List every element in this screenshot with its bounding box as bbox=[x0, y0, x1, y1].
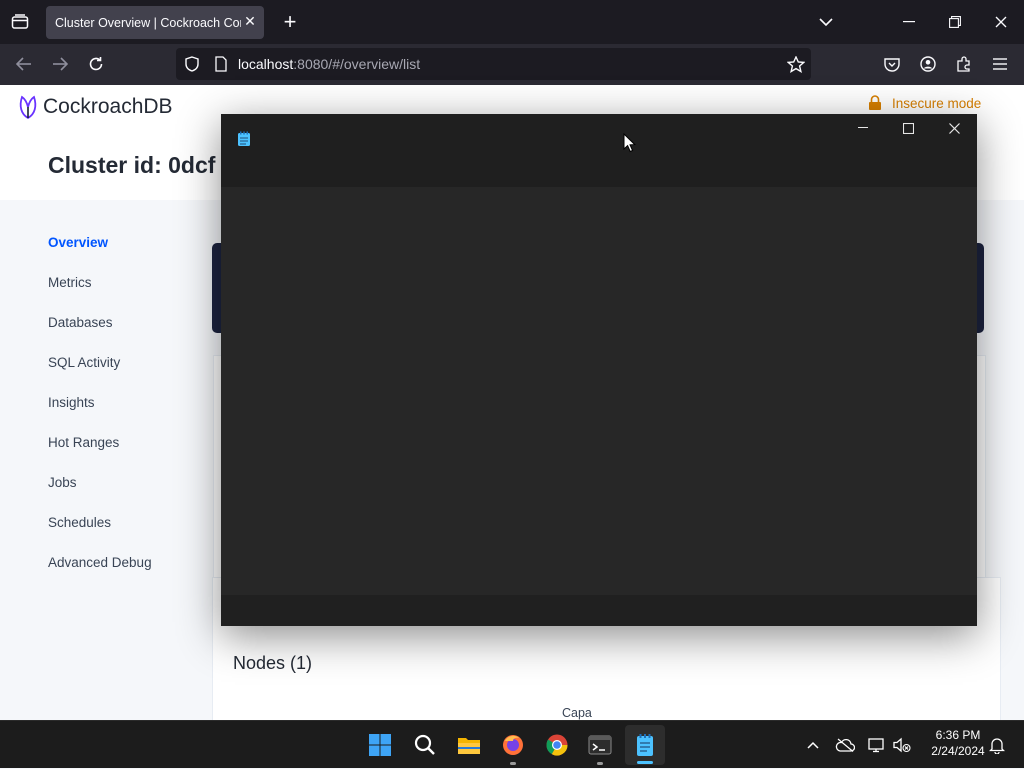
new-tab-icon[interactable]: + bbox=[280, 9, 300, 34]
file-explorer-icon[interactable] bbox=[453, 721, 485, 769]
back-icon[interactable] bbox=[14, 54, 34, 74]
logo-text: CockroachDB bbox=[43, 95, 173, 118]
notepad-status-bar bbox=[221, 595, 977, 626]
tab-cluster-overview[interactable]: Cluster Overview | Cockroach Console ✕ bbox=[46, 6, 264, 39]
url-host: localhost bbox=[238, 56, 294, 72]
mouse-cursor-icon bbox=[623, 132, 636, 158]
clock-date: 2/24/2024 bbox=[931, 744, 985, 758]
cockroach-logo-icon bbox=[19, 95, 37, 120]
capacity-column-header[interactable]: Capa bbox=[562, 706, 592, 720]
reload-icon[interactable] bbox=[86, 54, 106, 74]
page-title: Cluster id: 0dcf bbox=[48, 152, 216, 178]
network-icon[interactable] bbox=[866, 721, 888, 769]
notepad-icon bbox=[237, 131, 251, 152]
browser-title-bar: Cluster Overview | Cockroach Console ✕ + bbox=[0, 0, 1024, 44]
windows-taskbar bbox=[0, 720, 1024, 768]
search-icon[interactable] bbox=[409, 721, 441, 769]
page-info-icon[interactable] bbox=[211, 54, 231, 74]
nodes-title: Nodes (1) bbox=[233, 653, 313, 673]
clock-time: 6:36 PM bbox=[935, 728, 981, 742]
running-indicator bbox=[510, 762, 516, 765]
close-window-icon[interactable] bbox=[991, 12, 1011, 32]
sidebar-item-overview[interactable]: Overview bbox=[48, 235, 108, 250]
sidebar-item-sql-activity[interactable]: SQL Activity bbox=[48, 355, 120, 370]
start-icon[interactable] bbox=[364, 721, 396, 769]
forward-icon[interactable] bbox=[50, 54, 70, 74]
notepad-taskbar-icon[interactable] bbox=[625, 725, 665, 765]
minimize-icon[interactable] bbox=[899, 12, 919, 32]
bookmark-star-icon[interactable] bbox=[786, 54, 806, 74]
tab-title: Cluster Overview | Cockroach Console bbox=[55, 15, 241, 30]
terminal-icon[interactable] bbox=[584, 721, 616, 769]
insecure-mode-label: Insecure mode bbox=[892, 95, 982, 111]
url-path: :8080/#/overview/list bbox=[293, 56, 421, 72]
shield-icon[interactable] bbox=[182, 54, 202, 74]
sidebar-item-advanced-debug[interactable]: Advanced Debug bbox=[48, 555, 152, 570]
active-indicator bbox=[637, 761, 653, 764]
onedrive-icon[interactable] bbox=[834, 721, 856, 769]
menu-icon[interactable] bbox=[990, 54, 1010, 74]
extensions-icon[interactable] bbox=[954, 54, 974, 74]
notepad-minimize-icon[interactable] bbox=[851, 118, 875, 138]
notepad-maximize-icon[interactable] bbox=[896, 118, 920, 138]
volume-muted-icon[interactable] bbox=[891, 721, 913, 769]
insecure-mode-badge[interactable]: Insecure mode bbox=[868, 95, 981, 111]
account-icon[interactable] bbox=[918, 54, 938, 74]
pocket-icon[interactable] bbox=[882, 54, 902, 74]
running-indicator bbox=[597, 762, 603, 765]
tab-close-icon[interactable]: ✕ bbox=[243, 14, 257, 28]
tab-list-icon[interactable] bbox=[10, 12, 30, 32]
restore-icon[interactable] bbox=[945, 12, 965, 32]
sidebar-item-metrics[interactable]: Metrics bbox=[48, 275, 92, 290]
cockroachdb-logo[interactable]: CockroachDB bbox=[16, 94, 173, 120]
sidebar-item-jobs[interactable]: Jobs bbox=[48, 475, 77, 490]
sidebar-item-databases[interactable]: Databases bbox=[48, 315, 113, 330]
show-hidden-icons-icon[interactable] bbox=[803, 721, 823, 769]
taskbar-clock[interactable]: 6:36 PM 2/24/2024 bbox=[917, 727, 999, 759]
firefox-icon[interactable] bbox=[497, 721, 529, 769]
notepad-window[interactable] bbox=[221, 114, 977, 626]
list-all-tabs-icon[interactable] bbox=[816, 12, 836, 32]
notepad-title-bar[interactable] bbox=[221, 114, 977, 187]
lock-icon bbox=[869, 95, 881, 110]
sidebar-item-hot-ranges[interactable]: Hot Ranges bbox=[48, 435, 119, 450]
chrome-icon[interactable] bbox=[541, 721, 573, 769]
sidebar-item-schedules[interactable]: Schedules bbox=[48, 515, 111, 530]
notepad-text-area[interactable] bbox=[221, 187, 977, 595]
url-text[interactable]: localhost:8080/#/overview/list bbox=[238, 56, 420, 72]
sidebar-item-insights[interactable]: Insights bbox=[48, 395, 95, 410]
notepad-close-icon[interactable] bbox=[942, 118, 966, 138]
